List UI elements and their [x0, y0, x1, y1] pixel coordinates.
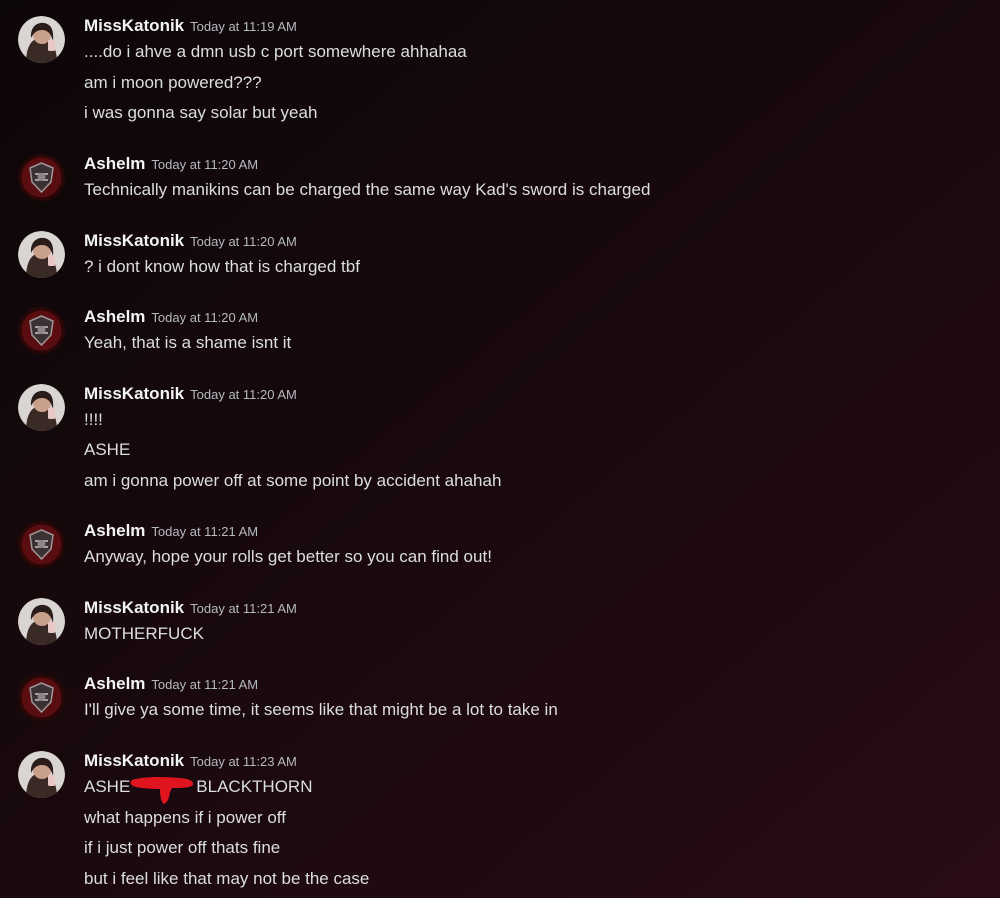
author-name[interactable]: Ashelm — [84, 307, 145, 326]
shield-crest-icon — [18, 154, 65, 201]
message-text: Yeah, that is a shame isnt it — [84, 333, 292, 352]
message-text: !!!! — [84, 410, 103, 429]
user-photo-icon — [18, 231, 65, 278]
avatar-ashelm[interactable] — [18, 307, 65, 354]
message-timestamp[interactable]: Today at 11:23 AM — [190, 754, 297, 769]
message-text: I'll give ya some time, it seems like th… — [84, 700, 558, 719]
user-photo-icon — [18, 16, 65, 63]
avatar-misskatonik[interactable] — [18, 231, 65, 278]
message-timestamp[interactable]: Today at 11:20 AM — [190, 234, 297, 249]
avatar-misskatonik[interactable] — [18, 384, 65, 431]
message-timestamp[interactable]: Today at 11:20 AM — [151, 310, 258, 325]
author-name[interactable]: Ashelm — [84, 674, 145, 693]
message-text: MOTHERFUCK — [84, 624, 204, 643]
message-timestamp[interactable]: Today at 11:21 AM — [190, 601, 297, 616]
message-timestamp[interactable]: Today at 11:20 AM — [151, 157, 258, 172]
message-text: am i gonna power off at some point by ac… — [84, 471, 502, 490]
message-text: ? i dont know how that is charged tbf — [84, 257, 360, 276]
message-text: ASHE — [84, 440, 131, 459]
shield-crest-icon — [18, 674, 65, 721]
message-text: am i moon powered??? — [84, 73, 262, 92]
avatar-misskatonik[interactable] — [18, 598, 65, 645]
shield-crest-icon — [18, 307, 65, 354]
avatar-ashelm[interactable] — [18, 674, 65, 721]
avatar-misskatonik[interactable] — [18, 16, 65, 63]
avatar-misskatonik[interactable] — [18, 751, 65, 798]
user-photo-icon — [18, 384, 65, 431]
message-header: MissKatonik Today at 11:19 AM — [84, 16, 297, 38]
message-header: MissKatonik Today at 11:23 AM — [84, 751, 297, 773]
message-text: if i just power off thats fine — [84, 838, 281, 857]
message-text: ....do i ahve a dmn usb c port somewhere… — [84, 42, 467, 61]
message-text: i was gonna say solar but yeah — [84, 103, 318, 122]
message-header: Ashelm Today at 11:21 AM — [84, 521, 258, 543]
author-name[interactable]: MissKatonik — [84, 231, 184, 250]
message-text: ASHE BLACKTHORN — [84, 776, 313, 804]
message-text: but i feel like that may not be the case — [84, 869, 370, 888]
message-header: MissKatonik Today at 11:21 AM — [84, 598, 297, 620]
redaction-scribble — [130, 776, 196, 804]
message-timestamp[interactable]: Today at 11:20 AM — [190, 387, 297, 402]
message-text-part: ASHE — [84, 777, 131, 796]
message-text: Technically manikins can be charged the … — [84, 180, 651, 199]
author-name[interactable]: MissKatonik — [84, 598, 184, 617]
author-name[interactable]: MissKatonik — [84, 384, 184, 403]
user-photo-icon — [18, 751, 65, 798]
message-header: Ashelm Today at 11:21 AM — [84, 674, 258, 696]
message-timestamp[interactable]: Today at 11:21 AM — [151, 524, 258, 539]
avatar-ashelm[interactable] — [18, 154, 65, 201]
author-name[interactable]: Ashelm — [84, 521, 145, 540]
message-timestamp[interactable]: Today at 11:19 AM — [190, 19, 297, 34]
message-header: Ashelm Today at 11:20 AM — [84, 154, 258, 176]
message-header: MissKatonik Today at 11:20 AM — [84, 384, 297, 406]
user-photo-icon — [18, 598, 65, 645]
message-header: Ashelm Today at 11:20 AM — [84, 307, 258, 329]
message-text: Anyway, hope your rolls get better so yo… — [84, 547, 492, 566]
shield-crest-icon — [18, 521, 65, 568]
chat-message-list: MissKatonik Today at 11:19 AM ....do i ah… — [0, 0, 1000, 898]
message-header: MissKatonik Today at 11:20 AM — [84, 231, 297, 253]
message-timestamp[interactable]: Today at 11:21 AM — [151, 677, 258, 692]
author-name[interactable]: Ashelm — [84, 154, 145, 173]
message-text: what happens if i power off — [84, 808, 286, 827]
avatar-ashelm[interactable] — [18, 521, 65, 568]
message-text-part: BLACKTHORN — [196, 777, 313, 796]
author-name[interactable]: MissKatonik — [84, 16, 184, 35]
author-name[interactable]: MissKatonik — [84, 751, 184, 770]
